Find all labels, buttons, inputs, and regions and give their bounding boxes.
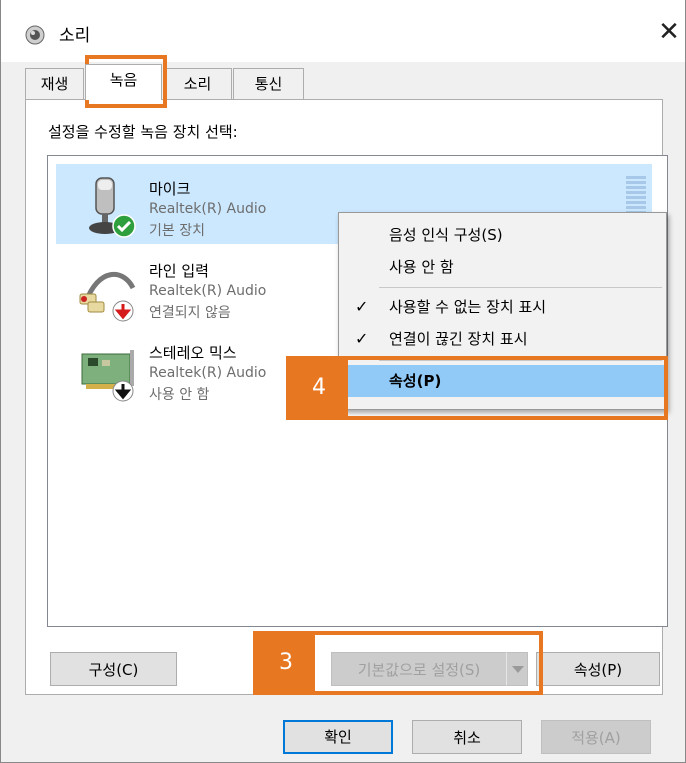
set-default-dropdown[interactable] <box>506 652 528 686</box>
tab-playback[interactable]: 재생 <box>25 68 84 99</box>
sound-dialog: 소리 ✕ 재생 녹음 소리 통신 설정을 수정할 녹음 장치 선택: 마이크 R… <box>0 0 686 763</box>
ok-button[interactable]: 확인 <box>283 720 393 754</box>
green-check-badge-icon <box>112 214 136 238</box>
chevron-down-icon <box>512 666 524 673</box>
menu-separator <box>379 287 662 288</box>
menu-item-label: 속성(P) <box>389 372 442 390</box>
tab-communications[interactable]: 통신 <box>233 68 304 99</box>
menu-item-label: 사용 안 함 <box>389 258 454 276</box>
menu-item-properties[interactable]: 속성(P) <box>341 365 664 397</box>
window-title: 소리 <box>59 26 91 46</box>
checkmark-icon: ✓ <box>355 329 369 348</box>
menu-item-show-disconnected-devices[interactable]: ✓ 연결이 끊긴 장치 표시 <box>341 323 664 355</box>
set-default-button[interactable]: 기본값으로 설정(S) <box>331 652 507 686</box>
checkmark-icon: ✓ <box>355 297 369 316</box>
step-4-badge: 4 <box>290 360 348 416</box>
device-name: 라인 입력 <box>149 262 209 280</box>
menu-item-label: 음성 인식 구성(S) <box>389 226 503 244</box>
device-status: 사용 안 함 <box>149 387 210 403</box>
device-driver: Realtek(R) Audio <box>149 283 267 299</box>
device-status: 연결되지 않음 <box>149 305 231 321</box>
device-name: 마이크 <box>149 180 191 198</box>
close-button[interactable]: ✕ <box>649 12 686 52</box>
menu-item-label: 사용할 수 없는 장치 표시 <box>389 298 547 316</box>
properties-button[interactable]: 속성(P) <box>536 652 660 686</box>
device-driver: Realtek(R) Audio <box>149 365 267 381</box>
menu-item-show-disabled-devices[interactable]: ✓ 사용할 수 없는 장치 표시 <box>341 291 664 323</box>
tab-recording[interactable]: 녹음 <box>85 64 162 100</box>
cancel-button[interactable]: 취소 <box>412 720 522 754</box>
red-down-arrow-badge-icon <box>112 300 134 322</box>
menu-item-label: 연결이 끊긴 장치 표시 <box>389 330 528 348</box>
select-device-label: 설정을 수정할 녹음 장치 선택: <box>48 123 238 141</box>
apply-button[interactable]: 적용(A) <box>541 720 651 754</box>
device-driver: Realtek(R) Audio <box>149 201 267 217</box>
device-name: 스테레오 믹스 <box>149 344 237 362</box>
speaker-icon <box>25 25 45 45</box>
device-status: 기본 장치 <box>149 223 205 239</box>
black-down-arrow-badge-icon <box>112 380 134 402</box>
menu-item-speech-recognition[interactable]: 음성 인식 구성(S) <box>341 219 664 251</box>
tab-sounds[interactable]: 소리 <box>163 68 232 99</box>
step-3-badge: 3 <box>257 635 315 691</box>
menu-item-disable[interactable]: 사용 안 함 <box>341 251 664 283</box>
menu-separator <box>379 360 662 361</box>
context-menu: 음성 인식 구성(S) 사용 안 함 ✓ 사용할 수 없는 장치 표시 ✓ 연결… <box>338 212 667 410</box>
title-bar: 소리 ✕ <box>1 0 685 62</box>
configure-button[interactable]: 구성(C) <box>50 652 177 686</box>
